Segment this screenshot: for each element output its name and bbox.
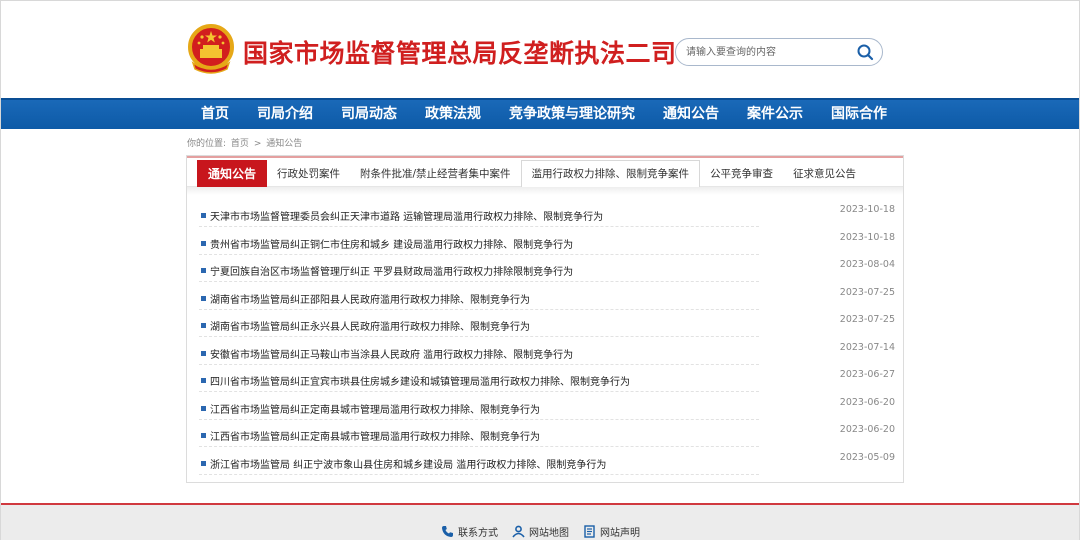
main-nav: 首页 司局介绍 司局动态 政策法规 竞争政策与理论研究 通知公告 案件公示 国际… bbox=[1, 98, 1079, 129]
bullet-icon bbox=[201, 323, 206, 328]
bullet-icon bbox=[201, 350, 206, 356]
tab-consultation[interactable]: 征求意见公告 bbox=[783, 160, 866, 188]
notice-title[interactable]: 天津市市场监督管理委员会纠正天津市道路 运输管理局滥用行政权力排除、限制竞争行为 bbox=[210, 208, 603, 223]
site-title: 国家市场监督管理总局反垄断执法二司 bbox=[243, 39, 677, 68]
notice-date: 2023-06-20 bbox=[839, 396, 895, 408]
list-item: 江西省市场监管局纠正定南县城市管理局滥用行政权力排除、限制竞争行为 2023-06… bbox=[199, 422, 895, 450]
notice-panel: 通知公告 行政处罚案件 附条件批准/禁止经营者集中案件 滥用行政权力排除、限制竞… bbox=[186, 155, 904, 483]
sitemap-icon bbox=[512, 525, 525, 538]
notice-list: 天津市市场监督管理委员会纠正天津市道路 运输管理局滥用行政权力排除、限制竞争行为… bbox=[199, 202, 895, 477]
tab-fair-competition-review[interactable]: 公平竞争审查 bbox=[700, 160, 783, 188]
tab-administrative-penalty[interactable]: 行政处罚案件 bbox=[267, 160, 350, 188]
bullet-icon bbox=[201, 378, 206, 383]
notice-title[interactable]: 湖南省市场监管局纠正邵阳县人民政府滥用行政权力排除、限制竞争行为 bbox=[210, 291, 530, 306]
bullet-icon bbox=[201, 268, 206, 273]
breadcrumb-separator: > bbox=[253, 139, 262, 149]
nav-item-news[interactable]: 司局动态 bbox=[327, 100, 411, 129]
footer-link-sitemap[interactable]: 网站地图 bbox=[512, 524, 569, 539]
breadcrumb-current: 通知公告 bbox=[266, 139, 303, 149]
notice-title[interactable]: 江西省市场监管局纠正定南县城市管理局滥用行政权力排除、限制竞争行为 bbox=[210, 428, 540, 443]
phone-icon bbox=[442, 526, 453, 537]
notice-title[interactable]: 浙江省市场监管局 纠正宁波市象山县住房和城乡建设局 滥用行政权力排除、限制竞争行… bbox=[210, 456, 606, 471]
list-item: 浙江省市场监管局 纠正宁波市象山县住房和城乡建设局 滥用行政权力排除、限制竞争行… bbox=[199, 450, 895, 478]
tab-abuse-of-power[interactable]: 滥用行政权力排除、限制竞争案件 bbox=[520, 160, 701, 188]
notice-title[interactable]: 安徽省市场监管局纠正马鞍山市当涂县人民政府 滥用行政权力排除、限制竞争行为 bbox=[210, 346, 573, 361]
nav-item-notices[interactable]: 通知公告 bbox=[649, 100, 733, 129]
footer-link-contact[interactable]: 联系方式 bbox=[441, 524, 498, 539]
list-item: 湖南省市场监管局纠正永兴县人民政府滥用行政权力排除、限制竞争行为 2023-07-… bbox=[199, 312, 895, 340]
notice-title[interactable]: 四川省市场监管局纠正宜宾市珙县住房城乡建设和城镇管理局滥用行政权力排除、限制竞争… bbox=[210, 373, 630, 388]
tab-shadow bbox=[187, 187, 903, 195]
notice-title[interactable]: 湖南省市场监管局纠正永兴县人民政府滥用行政权力排除、限制竞争行为 bbox=[210, 318, 530, 333]
notice-date: 2023-10-18 bbox=[839, 231, 895, 243]
list-item: 天津市市场监督管理委员会纠正天津市道路 运输管理局滥用行政权力排除、限制竞争行为… bbox=[199, 202, 895, 230]
search-box bbox=[675, 38, 883, 66]
section-label: 通知公告 bbox=[197, 160, 268, 188]
footer-link-label: 网站声明 bbox=[600, 528, 640, 539]
notice-date: 2023-07-25 bbox=[839, 286, 895, 298]
bullet-icon bbox=[201, 460, 206, 466]
notice-title[interactable]: 贵州省市场监管局纠正铜仁市住房和城乡 建设局滥用行政权力排除、限制竞争行为 bbox=[210, 236, 573, 251]
list-item: 安徽省市场监管局纠正马鞍山市当涂县人民政府 滥用行政权力排除、限制竞争行为 202… bbox=[199, 340, 895, 368]
tab-concentration-cases[interactable]: 附条件批准/禁止经营者集中案件 bbox=[350, 160, 521, 188]
bullet-icon bbox=[201, 213, 206, 218]
search-icon[interactable] bbox=[856, 43, 874, 61]
footer-link-label: 网站地图 bbox=[529, 528, 569, 539]
search-input[interactable] bbox=[686, 43, 846, 61]
nav-item-cases[interactable]: 案件公示 bbox=[733, 100, 817, 129]
notice-date: 2023-10-18 bbox=[839, 204, 895, 215]
notice-title[interactable]: 江西省市场监管局纠正定南县城市管理局滥用行政权力排除、限制竞争行为 bbox=[210, 401, 540, 416]
breadcrumb-home[interactable]: 首页 bbox=[231, 139, 249, 149]
bullet-icon bbox=[201, 295, 206, 301]
category-tabs: 通知公告 行政处罚案件 附条件批准/禁止经营者集中案件 滥用行政权力排除、限制竞… bbox=[187, 156, 903, 188]
site-footer: 联系方式 网站地图 网站声明 bbox=[1, 505, 1079, 540]
notice-date: 2023-06-27 bbox=[839, 369, 895, 380]
document-icon bbox=[584, 525, 595, 538]
nav-item-home[interactable]: 首页 bbox=[187, 100, 243, 129]
notice-date: 2023-08-04 bbox=[839, 259, 895, 270]
breadcrumb: 你的位置: 首页 > 通知公告 bbox=[187, 136, 304, 149]
bullet-icon bbox=[201, 433, 206, 438]
page: 国家市场监督管理总局反垄断执法二司 首页 司局介绍 司局动态 政策法规 竞争政策… bbox=[0, 0, 1080, 540]
nav-item-research[interactable]: 竞争政策与理论研究 bbox=[495, 100, 649, 129]
list-item: 宁夏回族自治区市场监督管理厅纠正 平罗县财政局滥用行政权力排除限制竞争行为 202… bbox=[199, 257, 895, 285]
list-item: 江西省市场监管局纠正定南县城市管理局滥用行政权力排除、限制竞争行为 2023-06… bbox=[199, 395, 895, 423]
nav-item-international[interactable]: 国际合作 bbox=[817, 100, 901, 129]
nav-item-about[interactable]: 司局介绍 bbox=[243, 100, 327, 129]
site-header: 国家市场监督管理总局反垄断执法二司 bbox=[1, 1, 1079, 98]
notice-title[interactable]: 宁夏回族自治区市场监督管理厅纠正 平罗县财政局滥用行政权力排除限制竞争行为 bbox=[210, 263, 573, 278]
nav-item-policy[interactable]: 政策法规 bbox=[411, 100, 495, 129]
national-emblem-icon bbox=[188, 24, 234, 74]
footer-link-label: 联系方式 bbox=[458, 528, 498, 539]
breadcrumb-prefix: 你的位置: bbox=[187, 139, 227, 149]
list-item: 四川省市场监管局纠正宜宾市珙县住房城乡建设和城镇管理局滥用行政权力排除、限制竞争… bbox=[199, 367, 895, 395]
list-item: 贵州省市场监管局纠正铜仁市住房和城乡 建设局滥用行政权力排除、限制竞争行为 202… bbox=[199, 230, 895, 258]
bullet-icon bbox=[201, 240, 206, 246]
notice-date: 2023-07-25 bbox=[839, 314, 895, 325]
list-item: 湖南省市场监管局纠正邵阳县人民政府滥用行政权力排除、限制竞争行为 2023-07-… bbox=[199, 285, 895, 313]
notice-date: 2023-07-14 bbox=[839, 341, 895, 353]
notice-date: 2023-06-20 bbox=[839, 424, 895, 435]
notice-date: 2023-05-09 bbox=[839, 451, 895, 463]
bullet-icon bbox=[201, 405, 206, 411]
footer-link-statement[interactable]: 网站声明 bbox=[583, 524, 640, 539]
